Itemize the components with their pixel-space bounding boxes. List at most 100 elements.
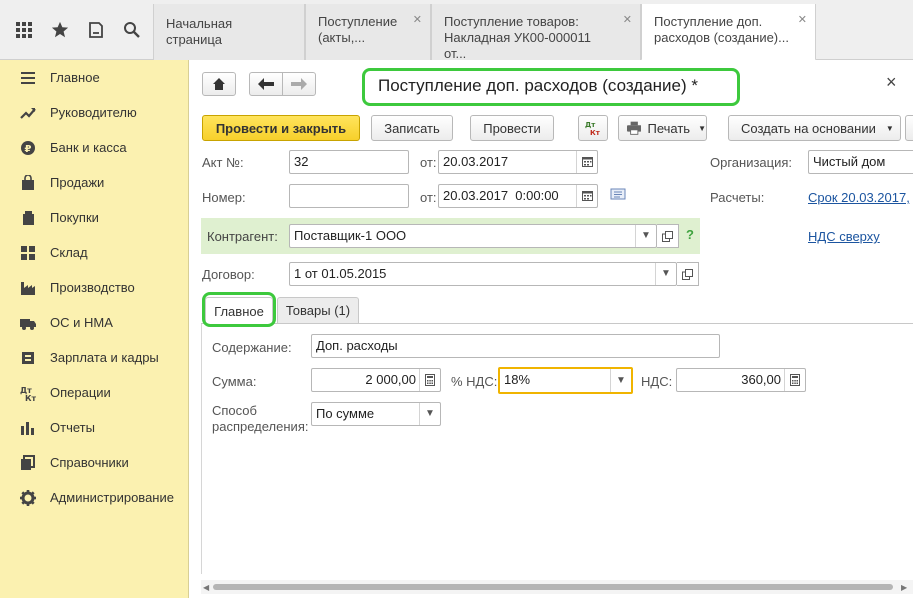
scroll-right-icon[interactable]: ▶ — [901, 583, 907, 592]
tab-goods[interactable]: Товары (1) — [277, 297, 359, 323]
more-button[interactable] — [905, 115, 913, 141]
cart-icon — [20, 210, 36, 226]
calendar-icon[interactable] — [576, 151, 597, 173]
sidebar-item-label: Покупки — [50, 210, 99, 225]
calculator-icon[interactable] — [784, 369, 805, 391]
settlements-link[interactable]: Срок 20.03.2017, — [808, 190, 910, 205]
distribution-method-value: По сумме — [316, 406, 375, 421]
trend-icon — [20, 105, 36, 121]
open-counterparty-button[interactable] — [657, 224, 679, 248]
vat-label: НДС: — [641, 374, 673, 389]
sidebar-item-reports[interactable]: Отчеты — [0, 410, 189, 445]
sum-field[interactable]: 2 000,00 — [311, 368, 441, 392]
number-label: Номер: — [202, 190, 246, 205]
sidebar-item-label: Банк и касса — [50, 140, 127, 155]
scroll-left-icon[interactable]: ◀ — [203, 583, 209, 592]
open-contract-button[interactable] — [677, 262, 699, 286]
back-button[interactable] — [249, 72, 283, 96]
svg-text:₽: ₽ — [25, 144, 32, 155]
vat-value: 360,00 — [741, 372, 781, 387]
vat-rate-field[interactable]: 18% ▼ — [498, 367, 633, 394]
close-icon[interactable]: ✕ — [623, 12, 632, 28]
open-icon — [662, 230, 673, 242]
sum-value: 2 000,00 — [365, 372, 416, 387]
close-icon[interactable]: ✕ — [413, 12, 422, 28]
vat-field[interactable]: 360,00 — [676, 368, 806, 392]
sidebar-item-references[interactable]: Справочники — [0, 445, 189, 480]
help-icon[interactable]: ? — [686, 227, 694, 242]
sidebar-item-operations[interactable]: Дт Кт Операции — [0, 375, 189, 410]
dt-kt-icon: ДтКт — [20, 385, 36, 401]
books-icon — [20, 454, 36, 471]
tab-home[interactable]: Начальная страница — [153, 4, 305, 60]
post-and-close-button[interactable]: Провести и закрыть — [202, 115, 360, 141]
horizontal-scrollbar[interactable]: ◀ ▶ — [201, 580, 913, 594]
sidebar-item-purchases[interactable]: Покупки — [0, 200, 189, 235]
dt-kt-button[interactable]: Дт Кт — [578, 115, 608, 141]
tab-receipt-goods[interactable]: Поступление товаров: Накладная УК00-0000… — [431, 4, 641, 61]
calendar-icon[interactable] — [576, 185, 597, 207]
tab-label: Поступление доп. расходов (создание)... — [654, 14, 789, 45]
sidebar-item-label: Главное — [50, 70, 100, 85]
open-icon — [682, 268, 693, 280]
sidebar-item-payroll[interactable]: Зарплата и кадры — [0, 340, 189, 375]
tab-additional-expenses[interactable]: Поступление доп. расходов (создание)... … — [641, 4, 816, 61]
chevron-down-icon[interactable]: ▼ — [419, 403, 440, 425]
sidebar-item-administration[interactable]: Администрирование — [0, 480, 189, 515]
vat-rate-value: 18% — [504, 372, 531, 387]
sidebar-item-sales[interactable]: Продажи — [0, 165, 189, 200]
vat-on-top-link[interactable]: НДС сверху — [808, 229, 880, 244]
post-button[interactable]: Провести — [470, 115, 554, 141]
tab-label: Поступление товаров: Накладная УК00-0000… — [444, 14, 591, 61]
search-icon[interactable] — [118, 14, 146, 46]
sidebar-item-manager[interactable]: Руководителю — [0, 95, 189, 130]
sidebar-item-label: Операции — [50, 385, 111, 400]
sidebar-item-production[interactable]: Производство — [0, 270, 189, 305]
counterparty-field[interactable]: Поставщик-1 ООО ▼ — [289, 224, 657, 248]
chevron-down-icon[interactable]: ▼ — [610, 369, 631, 392]
tab-receipt-acts[interactable]: Поступление (акты,... ✕ — [305, 4, 431, 60]
act-date-field[interactable]: 20.03.2017 — [438, 150, 598, 174]
create-based-label: Создать на основании — [741, 120, 876, 136]
tab-body-border — [201, 324, 202, 574]
act-number-field[interactable]: 32 — [289, 150, 409, 174]
apps-grid-icon[interactable] — [10, 14, 38, 46]
contract-label: Договор: — [202, 267, 255, 282]
content-label: Содержание: — [212, 340, 292, 355]
close-icon[interactable]: ✕ — [798, 12, 807, 28]
distribution-method-field[interactable]: По сумме ▼ — [311, 402, 441, 426]
chevron-down-icon[interactable]: ▼ — [635, 225, 656, 247]
close-form-button[interactable]: × — [886, 72, 897, 93]
chevron-down-icon[interactable]: ▼ — [655, 263, 676, 285]
star-icon[interactable] — [46, 14, 74, 46]
comment-icon[interactable] — [610, 188, 626, 203]
print-button[interactable]: Печать ▼ — [618, 115, 707, 141]
sidebar-item-label: Отчеты — [50, 420, 95, 435]
content-field[interactable]: Доп. расходы — [311, 334, 720, 358]
organization-field[interactable]: Чистый дом — [808, 150, 913, 174]
create-based-on-button[interactable]: Создать на основании ▼ — [728, 115, 901, 141]
number-date-field[interactable]: 20.03.2017 0:00:00 — [438, 184, 598, 208]
sidebar-item-bank[interactable]: ₽ Банк и касса — [0, 130, 189, 165]
top-bar: Начальная страница Поступление (акты,...… — [0, 0, 913, 61]
history-icon[interactable] — [82, 14, 110, 46]
calculator-icon[interactable] — [419, 369, 440, 391]
arrow-left-icon — [258, 78, 274, 90]
sidebar: Главное Руководителю ₽ Банк и касса Прод… — [0, 60, 189, 598]
factory-icon — [20, 280, 36, 296]
bag-icon — [20, 174, 36, 191]
scrollbar-thumb[interactable] — [213, 584, 893, 590]
contract-field[interactable]: 1 от 01.05.2015 ▼ — [289, 262, 677, 286]
counterparty-label: Контрагент: — [207, 229, 278, 244]
sidebar-item-main[interactable]: Главное — [0, 60, 189, 95]
distribution-label-line2: распределения: — [212, 419, 309, 434]
home-icon — [213, 78, 225, 90]
home-button[interactable] — [202, 72, 236, 96]
forward-button[interactable] — [282, 72, 316, 96]
save-button[interactable]: Записать — [371, 115, 453, 141]
sidebar-item-warehouse[interactable]: Склад — [0, 235, 189, 270]
number-field[interactable] — [289, 184, 409, 208]
organization-label: Организация: — [710, 155, 793, 170]
sidebar-item-label: Зарплата и кадры — [50, 350, 159, 365]
sidebar-item-assets[interactable]: ОС и НМА — [0, 305, 189, 340]
